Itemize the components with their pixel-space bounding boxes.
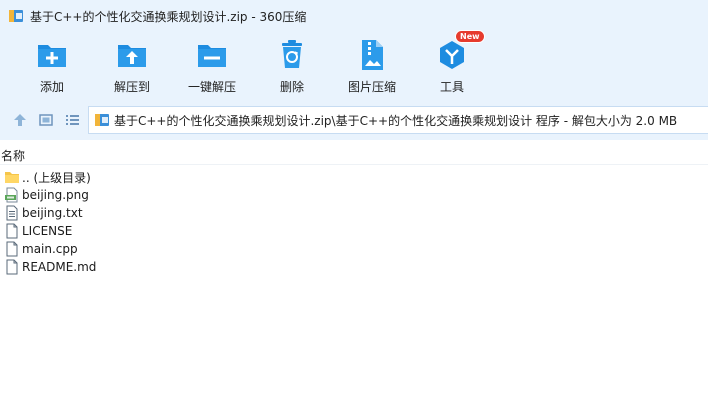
add-button[interactable]: 添加 xyxy=(16,38,88,98)
png-file-icon xyxy=(5,187,18,203)
add-folder-icon xyxy=(38,45,66,67)
extract-folder-icon xyxy=(118,45,146,67)
column-header[interactable]: 名称 xyxy=(0,146,708,165)
list-item-parent-directory[interactable]: .. (上级目录) xyxy=(0,168,708,186)
delete-label: 删除 xyxy=(279,80,304,94)
list-item-name: .. (上级目录) xyxy=(22,170,91,185)
tools-label: 工具 xyxy=(439,80,464,94)
add-label: 添加 xyxy=(39,80,64,94)
list-item-name: main.cpp xyxy=(22,242,78,256)
archive-app-icon xyxy=(9,10,23,22)
list-item[interactable]: beijing.txt xyxy=(0,204,708,222)
archive-icon xyxy=(95,114,109,126)
list-item-name: README.md xyxy=(22,260,97,274)
image-zip-icon xyxy=(362,40,383,70)
up-arrow-icon[interactable] xyxy=(12,112,28,128)
image-compress-label: 图片压缩 xyxy=(347,80,396,94)
new-badge: New xyxy=(455,30,485,43)
delete-button[interactable]: 删除 xyxy=(256,38,328,98)
one-click-extract-button[interactable]: 一键解压 xyxy=(176,38,248,98)
one-click-extract-label: 一键解压 xyxy=(187,80,236,94)
list-item[interactable]: beijing.png xyxy=(0,186,708,204)
address-path: 基于C++的个性化交通换乘规划设计.zip\基于C++的个性化交通换乘规划设计 … xyxy=(114,113,678,128)
file-icon xyxy=(6,223,18,239)
image-compress-button[interactable]: 图片压缩 xyxy=(336,38,408,98)
title-bar: 基于C++的个性化交通换乘规划设计.zip - 360压缩 xyxy=(0,0,708,32)
address-bar[interactable]: 基于C++的个性化交通换乘规划设计.zip\基于C++的个性化交通换乘规划设计 … xyxy=(88,106,708,134)
main-toolbar: 添加 解压到 一键解压 删除 图片压缩 New 工具 xyxy=(0,30,708,100)
tools-button[interactable]: New 工具 xyxy=(416,30,488,98)
list-item-name: LICENSE xyxy=(22,224,73,238)
address-row: 基于C++的个性化交通换乘规划设计.zip\基于C++的个性化交通换乘规划设计 … xyxy=(0,100,708,140)
list-item[interactable]: LICENSE xyxy=(0,222,708,240)
file-list: .. (上级目录) beijing.png beijing.txt LICENS… xyxy=(0,168,708,276)
thumbnail-view-icon[interactable] xyxy=(38,112,54,128)
window-title: 基于C++的个性化交通换乘规划设计.zip - 360压缩 xyxy=(30,9,307,24)
file-icon xyxy=(6,241,18,257)
list-item-name: beijing.png xyxy=(22,188,89,202)
tools-icon-wrap: New xyxy=(435,30,485,72)
list-item[interactable]: main.cpp xyxy=(0,240,708,258)
list-item[interactable]: README.md xyxy=(0,258,708,276)
recycle-bin-icon xyxy=(282,40,302,68)
list-view-icon[interactable] xyxy=(64,112,80,128)
folder-icon xyxy=(5,172,19,183)
extract-to-button[interactable]: 解压到 xyxy=(96,38,168,98)
list-item-name: beijing.txt xyxy=(22,206,83,220)
extract-to-label: 解压到 xyxy=(113,80,150,94)
text-file-icon xyxy=(6,205,18,221)
file-icon xyxy=(6,259,18,275)
column-name-label: 名称 xyxy=(1,149,26,163)
tools-cube-icon xyxy=(440,41,464,69)
one-click-folder-icon xyxy=(198,45,226,67)
